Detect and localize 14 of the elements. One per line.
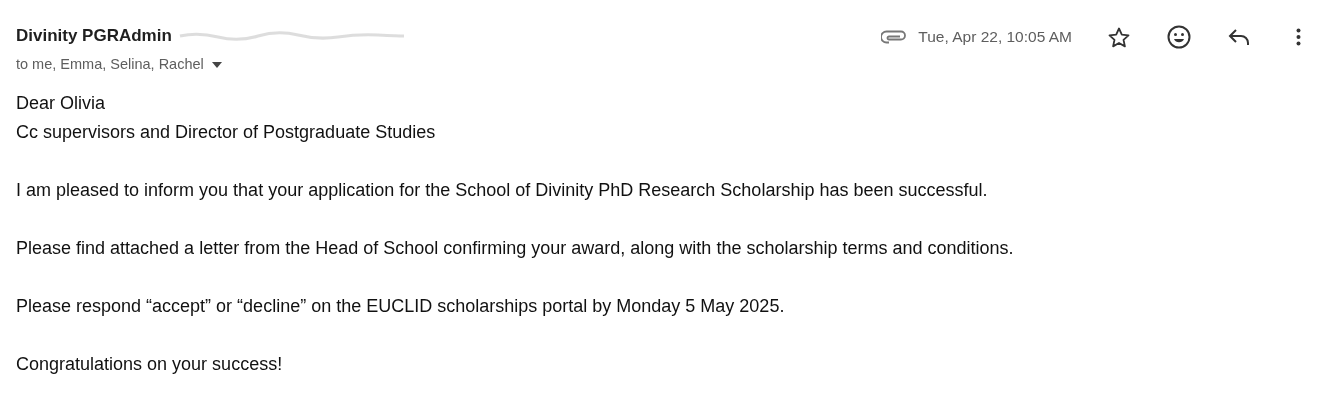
- body-text: I am pleased to inform you that your application for the School of Divinity PhD Research Scholarship has been successful.: [16, 178, 988, 202]
- date: Tue, Apr 22, 10:05 AM: [918, 27, 1072, 48]
- recipients: to me, Emma, Selina, Rachel: [16, 55, 204, 74]
- reply-icon[interactable]: [1228, 28, 1250, 46]
- body-text: Dear Olivia: [16, 91, 106, 115]
- star-icon[interactable]: [1108, 26, 1130, 48]
- sender-name: Divinity PGRAdmin: [16, 25, 172, 48]
- more-options-icon[interactable]: [1296, 28, 1301, 46]
- emoji-icon[interactable]: [1167, 25, 1191, 49]
- body-text: Congratulations on your success!: [16, 352, 283, 376]
- body-text: Please find attached a letter from the Head of School confirming your award, along with the scholarship terms and conditions.: [16, 236, 1014, 260]
- body-text: Cc supervisors and Director of Postgraduate Studies: [16, 120, 436, 144]
- body-text: Please respond “accept” or “decline” on the EUCLID scholarships portal by Monday 5 May 2025.: [16, 294, 785, 318]
- caret-icon[interactable]: [211, 61, 222, 68]
